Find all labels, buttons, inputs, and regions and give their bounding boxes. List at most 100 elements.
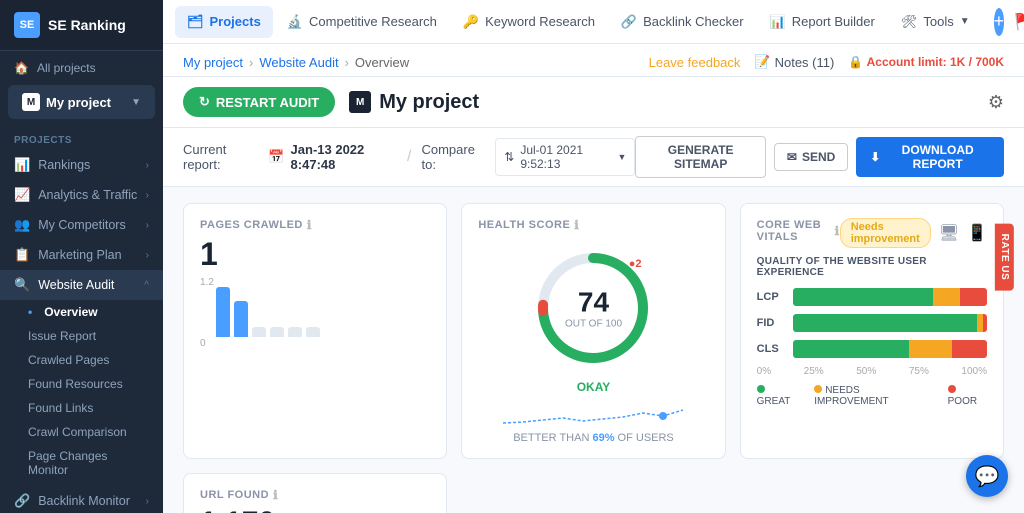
download-report-button[interactable]: ⬇ DOWNLOAD REPORT bbox=[856, 137, 1004, 177]
sidebar-item-marketing[interactable]: 📋 Marketing Plan › bbox=[0, 240, 163, 270]
sidebar-subitem-crawl-comparison[interactable]: Crawl Comparison bbox=[0, 420, 163, 444]
breadcrumb-overview: Overview bbox=[355, 55, 409, 70]
fid-label: FID bbox=[757, 317, 785, 329]
sidebar-project-name: My project bbox=[46, 95, 111, 110]
donut-score: 74 OUT OF 100 bbox=[565, 287, 622, 330]
chat-icon: 💬 bbox=[975, 464, 1000, 489]
sidebar-item-analytics[interactable]: 📈 Analytics & Traffic › bbox=[0, 180, 163, 210]
project-selector[interactable]: M My project ▼ bbox=[8, 85, 155, 119]
account-limit-icon: 🔒 bbox=[848, 55, 863, 69]
sidebar-item-rankings[interactable]: 📊 Rankings › bbox=[0, 150, 163, 180]
chart-bottom-label: 0 bbox=[200, 338, 206, 349]
cwv-title: CORE WEB VITALS ℹ bbox=[757, 219, 840, 243]
sidebar-subitem-found-links[interactable]: Found Links bbox=[0, 396, 163, 420]
nav-tab-competitive[interactable]: 🔬 Competitive Research bbox=[275, 6, 449, 38]
settings-icon[interactable]: ⚙ bbox=[988, 92, 1004, 113]
nav-tab-backlink[interactable]: 🔗 Backlink Checker bbox=[609, 6, 756, 38]
chevron-right-icon: › bbox=[146, 496, 149, 507]
mobile-icon[interactable]: 📱 bbox=[967, 223, 987, 243]
sidebar-subitem-issue-report[interactable]: Issue Report bbox=[0, 324, 163, 348]
chevron-right-icon: › bbox=[146, 250, 149, 261]
sidebar-subitem-overview[interactable]: Overview bbox=[0, 300, 163, 324]
chevron-right-icon: › bbox=[146, 160, 149, 171]
cwv-header: CORE WEB VITALS ℹ Needs improvement 🖥 📱 bbox=[757, 218, 987, 248]
health-score-card: HEALTH SCORE ℹ 74 OUT OF 100 bbox=[461, 203, 725, 459]
swap-icon: ⇅ bbox=[504, 150, 514, 164]
sidebar-subitem-found-resources[interactable]: Found Resources bbox=[0, 372, 163, 396]
cls-label: CLS bbox=[757, 343, 785, 355]
leave-feedback-link[interactable]: Leave feedback bbox=[649, 55, 741, 70]
notes-icon: 📝 bbox=[754, 54, 770, 70]
header-actions: Leave feedback 📝 Notes (11) 🔒 Account li… bbox=[649, 54, 1004, 70]
sidebar-item-backlink[interactable]: 🔗 Backlink Monitor › bbox=[0, 486, 163, 513]
info-icon: ℹ bbox=[307, 218, 312, 232]
fid-red bbox=[983, 314, 987, 332]
account-limit: 🔒 Account limit: 1K / 700K bbox=[848, 55, 1004, 69]
flag-icon[interactable]: 🚩 bbox=[1014, 12, 1024, 32]
generate-sitemap-button[interactable]: GENERATE SITEMAP bbox=[635, 136, 765, 178]
report-nav-icon: 📊 bbox=[770, 14, 786, 30]
sidebar-subitem-crawled-pages[interactable]: Crawled Pages bbox=[0, 348, 163, 372]
sidebar-section-title: PROJECTS bbox=[0, 127, 163, 150]
compare-date-select[interactable]: ⇅ Jul-01 2021 9:52:13 ▼ bbox=[495, 138, 635, 176]
chevron-right-icon: › bbox=[146, 220, 149, 231]
sidebar-item-audit[interactable]: 🔍 Website Audit ^ bbox=[0, 270, 163, 300]
divider: / bbox=[407, 148, 411, 166]
fid-bar bbox=[793, 314, 987, 332]
breadcrumb-my-project[interactable]: My project bbox=[183, 55, 243, 70]
project-header: ↻ RESTART AUDIT M My project ⚙ bbox=[163, 77, 1024, 128]
rate-us-tab[interactable]: RATE US bbox=[995, 223, 1014, 290]
lcp-label: LCP bbox=[757, 291, 785, 303]
breadcrumb-website-audit[interactable]: Website Audit bbox=[259, 55, 338, 70]
analytics-icon: 📈 bbox=[14, 187, 30, 203]
bar-2 bbox=[234, 301, 248, 337]
sidebar-subitem-page-changes[interactable]: Page Changes Monitor bbox=[0, 444, 163, 482]
main-area: 🗂 Projects 🔬 Competitive Research 🔑 Keyw… bbox=[163, 0, 1024, 513]
project-icon-m: M bbox=[22, 93, 40, 111]
pages-crawled-card: PAGES CRAWLED ℹ 1 1.2 0 bbox=[183, 203, 447, 459]
cls-bar bbox=[793, 340, 987, 358]
chevron-down-icon: ▼ bbox=[618, 152, 627, 162]
tools-nav-icon: 🛠 bbox=[901, 14, 918, 30]
project-header-left: ↻ RESTART AUDIT M My project bbox=[183, 87, 479, 117]
add-button[interactable]: + bbox=[994, 8, 1005, 36]
chat-bubble-button[interactable]: 💬 bbox=[966, 455, 1008, 497]
restart-audit-button[interactable]: ↻ RESTART AUDIT bbox=[183, 87, 335, 117]
cls-yellow bbox=[909, 340, 952, 358]
nav-tab-tools[interactable]: 🛠 Tools ▼ bbox=[889, 6, 982, 38]
project-logo-icon: M bbox=[349, 91, 371, 113]
audit-icon: 🔍 bbox=[14, 277, 30, 293]
lcp-red bbox=[960, 288, 987, 306]
sidebar-logo: SE SE Ranking bbox=[0, 0, 163, 51]
url-found-value: 1,170 bbox=[200, 506, 275, 513]
send-button[interactable]: ✉ SEND bbox=[774, 143, 848, 171]
top-navigation: 🗂 Projects 🔬 Competitive Research 🔑 Keyw… bbox=[163, 0, 1024, 44]
notes-button[interactable]: 📝 Notes (11) bbox=[754, 54, 834, 70]
trend-line bbox=[503, 398, 683, 428]
dashboard-grid: PAGES CRAWLED ℹ 1 1.2 0 bbox=[163, 187, 1024, 513]
report-bar: Current report: 📅 Jan-13 2022 8:47:48 / … bbox=[163, 128, 1024, 187]
legend-great: GREAT bbox=[757, 385, 801, 407]
cls-bar-row: CLS bbox=[757, 340, 987, 358]
project-title: M My project bbox=[349, 91, 479, 114]
refresh-icon: ↻ bbox=[199, 94, 210, 110]
sidebar-item-competitors[interactable]: 👥 My Competitors › bbox=[0, 210, 163, 240]
fid-bar-row: FID bbox=[757, 314, 987, 332]
nav-tab-report[interactable]: 📊 Report Builder bbox=[758, 6, 887, 38]
cls-green bbox=[793, 340, 910, 358]
nav-tab-keyword[interactable]: 🔑 Keyword Research bbox=[451, 6, 607, 38]
legend-needs-improvement: NEEDS IMPROVEMENT bbox=[814, 385, 933, 407]
desktop-icon[interactable]: 🖥 bbox=[939, 223, 959, 243]
cwv-legend: GREAT NEEDS IMPROVEMENT POOR bbox=[757, 385, 987, 407]
keyword-nav-icon: 🔑 bbox=[463, 14, 479, 30]
all-projects-link[interactable]: 🏠 All projects bbox=[0, 51, 163, 85]
competitors-icon: 👥 bbox=[14, 217, 30, 233]
nav-tab-projects[interactable]: 🗂 Projects bbox=[175, 6, 273, 38]
legend-poor: POOR bbox=[948, 385, 987, 407]
device-icons: 🖥 📱 bbox=[939, 223, 987, 243]
error-count: ●●22 bbox=[629, 258, 642, 270]
chevron-right-icon: › bbox=[146, 190, 149, 201]
health-donut: 74 OUT OF 100 ●●22 bbox=[533, 248, 653, 368]
cwv-subtitle: QUALITY OF THE WEBSITE USER EXPERIENCE bbox=[757, 256, 987, 278]
line-chart-area bbox=[503, 398, 683, 428]
